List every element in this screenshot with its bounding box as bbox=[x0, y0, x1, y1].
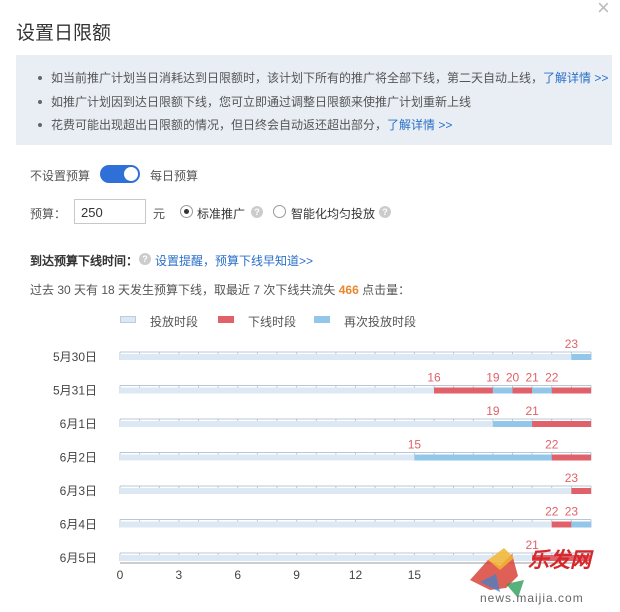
segment-reserving bbox=[571, 521, 591, 528]
offline-hour-label: 22 bbox=[545, 438, 559, 452]
offline-time-chart: 5月30日 23 5月31日 16 19 20 21 22 6月1日 19 21 6月2日 15 22 6月… bbox=[53, 337, 592, 582]
segment-reserving bbox=[571, 354, 591, 360]
segment-serving bbox=[120, 521, 552, 528]
segment-reserving bbox=[492, 421, 533, 427]
x-tick-label: 9 bbox=[293, 568, 300, 582]
segment-offline bbox=[551, 521, 572, 528]
watermark-url: news.maijia.com bbox=[480, 591, 584, 605]
offline-hour-label: 22 bbox=[545, 505, 559, 519]
segment-reserving bbox=[532, 387, 552, 394]
x-tick-label: 12 bbox=[349, 568, 363, 582]
segment-offline bbox=[532, 421, 591, 427]
segment-serving bbox=[120, 354, 572, 360]
segment-reserving bbox=[492, 387, 513, 394]
x-tick-label: 0 bbox=[117, 568, 124, 582]
day-label: 5月30日 bbox=[53, 350, 97, 364]
offline-hour-label: 21 bbox=[525, 371, 539, 385]
offline-hour-label: 21 bbox=[525, 404, 539, 418]
watermark: 乐发网 news.maijia.com bbox=[470, 540, 620, 607]
segment-serving bbox=[120, 387, 434, 394]
day-label: 6月5日 bbox=[60, 551, 97, 565]
offline-hour-label: 23 bbox=[565, 505, 579, 519]
offline-hour-label: 16 bbox=[427, 371, 441, 385]
day-label: 6月2日 bbox=[60, 451, 97, 465]
x-tick-label: 15 bbox=[408, 568, 422, 582]
offline-hour-label: 22 bbox=[545, 371, 559, 385]
segment-offline bbox=[551, 454, 591, 461]
offline-hour-label: 19 bbox=[486, 404, 500, 418]
watermark-brand: 乐发网 bbox=[528, 549, 591, 572]
offline-hour-label: 23 bbox=[565, 337, 579, 351]
x-tick-label: 3 bbox=[176, 568, 183, 582]
segment-offline bbox=[434, 387, 493, 394]
offline-hour-label: 19 bbox=[486, 371, 500, 385]
offline-hour-label: 15 bbox=[408, 438, 422, 452]
offline-hour-label: 20 bbox=[506, 371, 520, 385]
day-label: 6月4日 bbox=[60, 518, 97, 532]
segment-reserving bbox=[414, 454, 552, 461]
day-label: 6月1日 bbox=[60, 417, 97, 431]
segment-offline bbox=[512, 387, 533, 394]
segment-serving bbox=[120, 454, 415, 461]
x-tick-label: 6 bbox=[234, 568, 241, 582]
segment-offline bbox=[571, 488, 591, 494]
segment-serving bbox=[120, 488, 572, 494]
day-label: 6月3日 bbox=[60, 484, 97, 498]
segment-serving bbox=[120, 421, 493, 427]
offline-hour-label: 23 bbox=[565, 471, 579, 485]
segment-offline bbox=[551, 387, 591, 394]
day-label: 5月31日 bbox=[53, 384, 97, 398]
